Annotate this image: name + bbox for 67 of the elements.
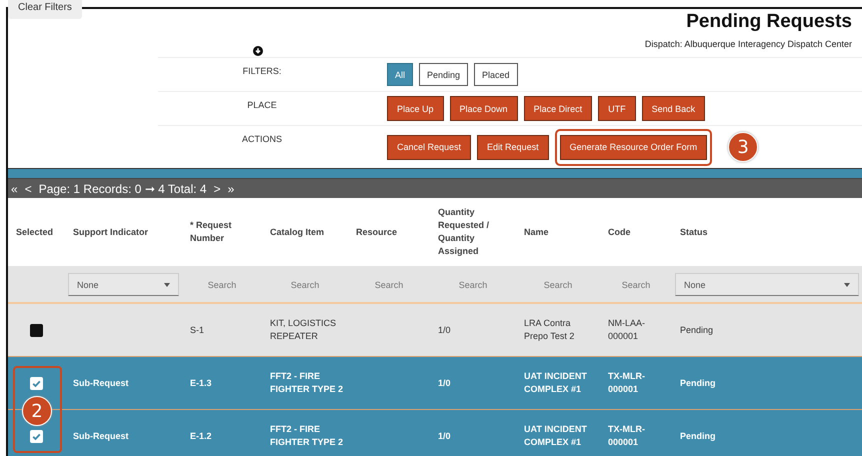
table-cell: TX-MLR-000001 — [608, 371, 645, 394]
row-label: ACTIONS — [240, 134, 283, 144]
caret-icon — [164, 282, 170, 286]
table-cell: Sub-Request — [73, 430, 129, 440]
caret-icon — [844, 282, 850, 286]
checkbox-checked[interactable] — [30, 376, 43, 390]
first-page-button[interactable]: « — [11, 182, 18, 196]
table-cell: Sub-Request — [73, 378, 129, 388]
action-button[interactable]: Send Back — [642, 96, 706, 121]
column-header[interactable]: Code — [600, 226, 672, 238]
search-field[interactable]: Search — [603, 276, 669, 294]
table-cell: 1/0 — [438, 378, 451, 388]
table-row[interactable]: S-1 KIT, LOGISTICS REPEATER 1/0 LRA Contra Prepo Test 2 NM-LAA-000001 Pending — [8, 304, 862, 357]
filter-toggle[interactable]: All — [387, 63, 414, 86]
page-title: Pending Requests — [685, 11, 852, 33]
table-cell: KIT, LOGISTICS REPEATER — [270, 318, 336, 341]
search-field[interactable]: Search — [433, 276, 513, 294]
column-header[interactable]: * Request Number — [182, 219, 262, 245]
dropdown-field[interactable]: None — [68, 272, 179, 296]
action-button[interactable]: Place Down — [450, 96, 518, 121]
row-label: FILTERS: — [242, 66, 282, 76]
dispatch-subtitle: Dispatch: Albuquerque Interagency Dispatch Center — [644, 39, 852, 49]
expand-circle-icon[interactable] — [253, 46, 263, 56]
action-button[interactable]: Place Direct — [524, 96, 592, 121]
table-cell: FFT2 - FIRE FIGHTER TYPE 2 — [270, 424, 344, 447]
search-field[interactable]: Search — [185, 276, 259, 294]
table-cell: Pending — [680, 378, 716, 388]
table-cell: UAT INCIDENT COMPLEX #1 — [524, 371, 587, 394]
column-header[interactable]: Catalog Item — [262, 226, 348, 238]
table-cell: 1/0 — [438, 430, 451, 440]
row-label: PLACE — [246, 100, 278, 110]
checkbox[interactable] — [30, 324, 43, 336]
action-button[interactable]: Edit Request — [477, 134, 549, 160]
checkbox-checked[interactable] — [30, 430, 43, 442]
last-page-button[interactable]: » — [228, 182, 234, 196]
table-cell: S-1 — [190, 324, 204, 334]
page-info: Page: 1 Records: 0 ➞ 4 Total: 4 — [38, 182, 207, 196]
column-header[interactable]: Status — [672, 226, 862, 238]
clear-filters-button[interactable]: Clear Filters — [8, 0, 82, 19]
table-cell: LRA Contra Prepo Test 2 — [524, 318, 574, 341]
action-button[interactable]: Cancel Request — [387, 134, 472, 160]
table-cell: TX-MLR-000001 — [608, 424, 645, 447]
column-header[interactable]: Support Indicator — [65, 226, 182, 238]
column-header[interactable]: Quantity Requested / Quantity Assigned — [430, 206, 516, 258]
table-cell: UAT INCIDENT COMPLEX #1 — [524, 424, 587, 447]
table-cell: Pending — [680, 324, 714, 334]
search-field[interactable]: Search — [519, 276, 597, 294]
column-header[interactable]: Selected — [8, 226, 65, 238]
table-cell: NM-LAA-000001 — [608, 318, 646, 341]
action-button[interactable]: Generate Resource Order Form — [560, 134, 708, 160]
dropdown-field[interactable]: None — [675, 272, 859, 296]
table-cell: 1/0 — [438, 324, 451, 334]
step-callout: 3 — [728, 132, 758, 162]
action-button[interactable]: UTF — [598, 96, 636, 121]
table-cell: Pending — [680, 430, 716, 440]
action-button[interactable]: Place Up — [387, 96, 444, 121]
filter-toggle[interactable]: Pending — [419, 63, 468, 86]
search-field[interactable]: Search — [351, 276, 427, 294]
table-cell: E-1.3 — [190, 378, 212, 388]
table-cell: FFT2 - FIRE FIGHTER TYPE 2 — [270, 371, 344, 394]
search-field[interactable]: Search — [265, 276, 345, 294]
table-cell: E-1.2 — [190, 430, 212, 440]
previous-page-button[interactable]: < — [24, 182, 32, 196]
next-page-button[interactable]: > — [214, 182, 221, 196]
filter-toggle[interactable]: Placed — [474, 63, 518, 86]
column-header[interactable]: Resource — [348, 226, 430, 238]
column-header[interactable]: Name — [516, 226, 600, 238]
